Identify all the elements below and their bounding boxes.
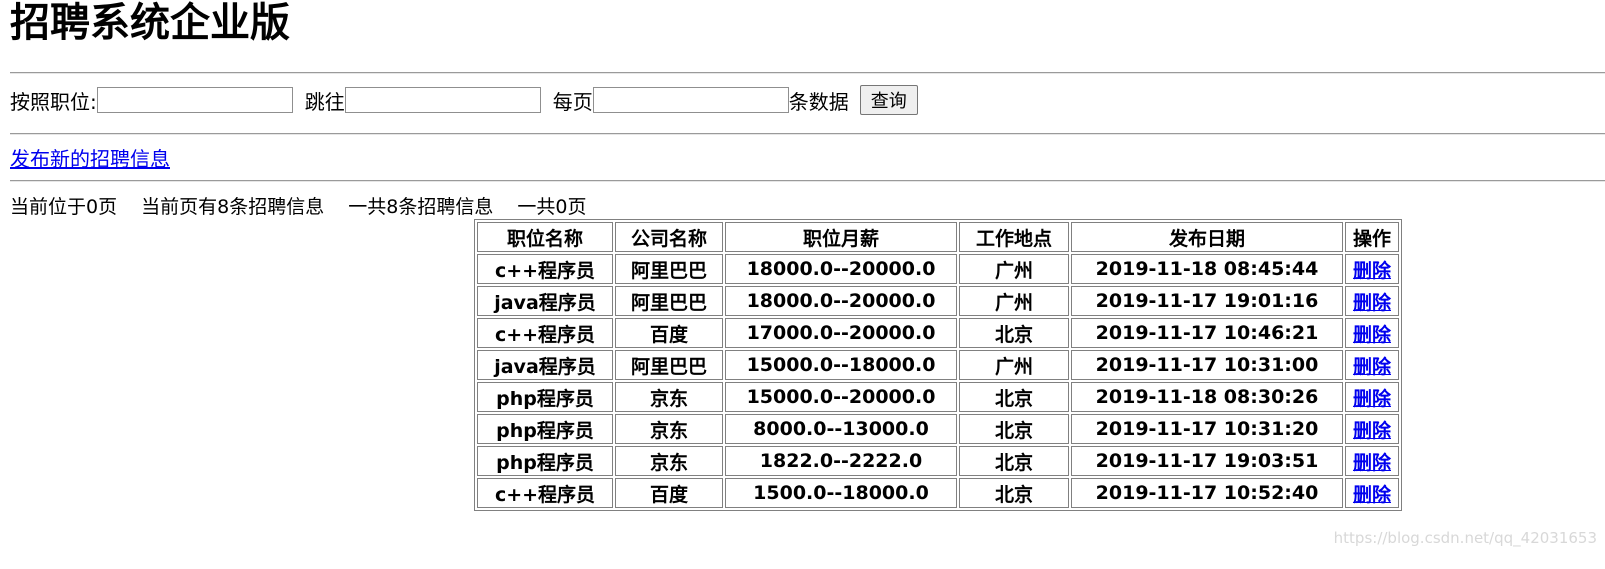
position-label: 按照职位: — [10, 89, 97, 114]
search-bar: 按照职位: 跳往 每页 条数据 查询 — [10, 84, 918, 116]
table-row: php程序员 京东 15000.0--20000.0 北京 2019-11-18… — [477, 382, 1399, 412]
cell-company: 百度 — [615, 478, 723, 508]
divider — [10, 133, 1605, 135]
pagination-info: 当前位于0页 当前页有8条招聘信息 一共8条招聘信息 一共0页 — [10, 193, 605, 221]
header-action: 操作 — [1345, 222, 1399, 252]
cell-company: 京东 — [615, 382, 723, 412]
table-row: c++程序员 百度 1500.0--18000.0 北京 2019-11-17 … — [477, 478, 1399, 508]
delete-link[interactable]: 删除 — [1353, 292, 1391, 314]
cell-action: 删除 — [1345, 286, 1399, 316]
cell-location: 北京 — [959, 318, 1069, 348]
cell-position: c++程序员 — [477, 318, 613, 348]
cell-location: 北京 — [959, 478, 1069, 508]
cell-company: 阿里巴巴 — [615, 286, 723, 316]
cell-position: php程序员 — [477, 414, 613, 444]
cell-action: 删除 — [1345, 254, 1399, 284]
table-row: php程序员 京东 8000.0--13000.0 北京 2019-11-17 … — [477, 414, 1399, 444]
cell-action: 删除 — [1345, 318, 1399, 348]
cell-date: 2019-11-17 10:31:20 — [1071, 414, 1343, 444]
cell-location: 北京 — [959, 446, 1069, 476]
cell-company: 百度 — [615, 318, 723, 348]
publish-new-job-link[interactable]: 发布新的招聘信息 — [10, 145, 170, 173]
cell-position: c++程序员 — [477, 254, 613, 284]
cell-location: 北京 — [959, 414, 1069, 444]
cell-position: java程序员 — [477, 350, 613, 380]
cell-date: 2019-11-17 19:01:16 — [1071, 286, 1343, 316]
delete-link[interactable]: 删除 — [1353, 452, 1391, 474]
table-row: java程序员 阿里巴巴 18000.0--20000.0 广州 2019-11… — [477, 286, 1399, 316]
cell-date: 2019-11-17 10:46:21 — [1071, 318, 1343, 348]
current-page-text: 当前位于0页 — [10, 196, 118, 218]
cell-location: 广州 — [959, 286, 1069, 316]
cell-salary: 15000.0--18000.0 — [725, 350, 957, 380]
per-page-input[interactable] — [592, 87, 789, 113]
cell-date: 2019-11-18 08:30:26 — [1071, 382, 1343, 412]
cell-action: 删除 — [1345, 350, 1399, 380]
cell-date: 2019-11-17 19:03:51 — [1071, 446, 1343, 476]
watermark: https://blog.csdn.net/qq_42031653 — [1333, 529, 1597, 547]
cell-position: php程序员 — [477, 382, 613, 412]
table-header-row: 职位名称 公司名称 职位月薪 工作地点 发布日期 操作 — [477, 222, 1399, 252]
cell-company: 京东 — [615, 414, 723, 444]
divider — [10, 180, 1605, 182]
total-count-text: 一共8条招聘信息 — [348, 196, 494, 218]
cell-position: c++程序员 — [477, 478, 613, 508]
cell-salary: 1500.0--18000.0 — [725, 478, 957, 508]
header-company: 公司名称 — [615, 222, 723, 252]
table-row: c++程序员 阿里巴巴 18000.0--20000.0 广州 2019-11-… — [477, 254, 1399, 284]
cell-date: 2019-11-18 08:45:44 — [1071, 254, 1343, 284]
goto-page-label: 跳往 — [304, 89, 345, 114]
cell-action: 删除 — [1345, 382, 1399, 412]
cell-salary: 18000.0--20000.0 — [725, 286, 957, 316]
delete-link[interactable]: 删除 — [1353, 420, 1391, 442]
delete-link[interactable]: 删除 — [1353, 324, 1391, 346]
cell-salary: 8000.0--13000.0 — [725, 414, 957, 444]
cell-company: 京东 — [615, 446, 723, 476]
header-date: 发布日期 — [1071, 222, 1343, 252]
per-page-label: 每页 — [552, 89, 593, 114]
delete-link[interactable]: 删除 — [1353, 260, 1391, 282]
delete-link[interactable]: 删除 — [1353, 388, 1391, 410]
table-row: php程序员 京东 1822.0--2222.0 北京 2019-11-17 1… — [477, 446, 1399, 476]
jobs-table: 职位名称 公司名称 职位月薪 工作地点 发布日期 操作 c++程序员 阿里巴巴 … — [474, 219, 1402, 511]
cell-action: 删除 — [1345, 478, 1399, 508]
header-position: 职位名称 — [477, 222, 613, 252]
goto-page-input[interactable] — [344, 87, 541, 113]
per-page-suffix: 条数据 — [788, 89, 849, 114]
cell-company: 阿里巴巴 — [615, 350, 723, 380]
query-button[interactable]: 查询 — [859, 85, 918, 115]
table-row: c++程序员 百度 17000.0--20000.0 北京 2019-11-17… — [477, 318, 1399, 348]
page-title: 招聘系统企业版 — [10, 0, 290, 46]
cell-position: php程序员 — [477, 446, 613, 476]
table-row: java程序员 阿里巴巴 15000.0--18000.0 广州 2019-11… — [477, 350, 1399, 380]
delete-link[interactable]: 删除 — [1353, 356, 1391, 378]
cell-location: 广州 — [959, 350, 1069, 380]
cell-location: 广州 — [959, 254, 1069, 284]
cell-date: 2019-11-17 10:31:00 — [1071, 350, 1343, 380]
delete-link[interactable]: 删除 — [1353, 484, 1391, 506]
cell-salary: 18000.0--20000.0 — [725, 254, 957, 284]
header-location: 工作地点 — [959, 222, 1069, 252]
cell-salary: 17000.0--20000.0 — [725, 318, 957, 348]
cell-location: 北京 — [959, 382, 1069, 412]
current-count-text: 当前页有8条招聘信息 — [141, 196, 325, 218]
cell-action: 删除 — [1345, 446, 1399, 476]
divider — [10, 72, 1605, 74]
position-search-input[interactable] — [96, 87, 293, 113]
cell-date: 2019-11-17 10:52:40 — [1071, 478, 1343, 508]
cell-company: 阿里巴巴 — [615, 254, 723, 284]
cell-action: 删除 — [1345, 414, 1399, 444]
cell-position: java程序员 — [477, 286, 613, 316]
header-salary: 职位月薪 — [725, 222, 957, 252]
cell-salary: 15000.0--20000.0 — [725, 382, 957, 412]
cell-salary: 1822.0--2222.0 — [725, 446, 957, 476]
total-pages-text: 一共0页 — [517, 196, 587, 218]
